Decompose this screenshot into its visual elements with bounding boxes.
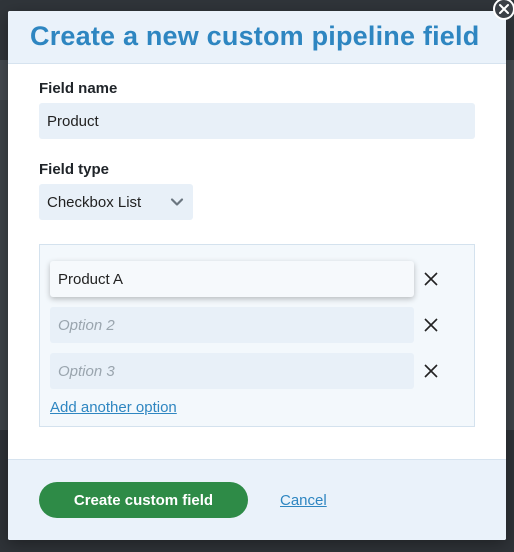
option-input-1[interactable] [50,261,414,297]
field-type-selected-value: Checkbox List [47,193,142,211]
modal-footer: Create custom field Cancel [8,459,506,540]
field-type-group: Field type Checkbox List [39,161,475,220]
field-name-group: Field name [39,80,475,139]
field-name-label: Field name [39,80,118,97]
remove-option-2-icon[interactable] [419,313,443,337]
field-type-select[interactable]: Checkbox List [39,184,193,220]
chevron-down-icon [169,194,185,210]
add-another-option-link[interactable]: Add another option [50,399,177,416]
cancel-link[interactable]: Cancel [280,492,327,509]
option-input-3[interactable] [50,353,414,389]
modal-title: Create a new custom pipeline field [30,21,480,51]
close-icon[interactable] [493,0,514,20]
option-row [50,353,464,389]
field-name-input[interactable] [39,103,475,139]
remove-option-3-icon[interactable] [419,359,443,383]
field-type-label: Field type [39,161,110,178]
options-panel: Add another option [39,244,475,427]
option-row [50,307,464,343]
custom-field-modal: Create a new custom pipeline field Field… [8,11,506,540]
remove-option-1-icon[interactable] [419,267,443,291]
modal-body: Field name Field type Checkbox List [8,64,506,427]
option-input-2[interactable] [50,307,414,343]
modal-header: Create a new custom pipeline field [8,11,506,64]
option-row [50,261,464,297]
create-custom-field-button[interactable]: Create custom field [39,482,248,518]
